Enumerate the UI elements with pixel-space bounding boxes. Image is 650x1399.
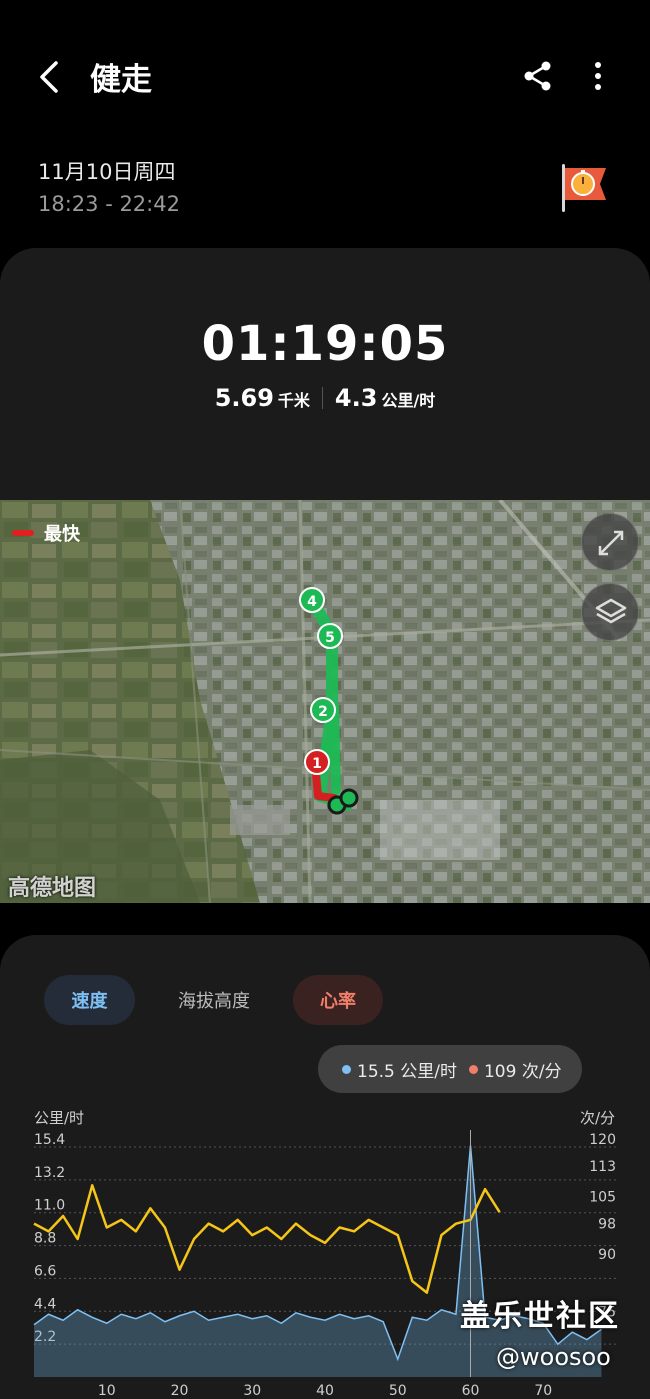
map-provider-label: 高德地图 — [8, 876, 97, 901]
x-tick-label: 50 — [389, 1383, 407, 1399]
svg-text:1: 1 — [312, 756, 322, 772]
flag-stopwatch-icon — [558, 160, 612, 214]
map-layers-button[interactable] — [581, 583, 639, 641]
chart-card: 速度 海拔高度 心率 15.5 公里/时 109 次/分 公里/时 次/分 15… — [0, 935, 650, 1399]
route-marker-1: 1 — [304, 749, 330, 775]
legend-label: 最快 — [44, 524, 80, 545]
chevron-left-icon — [40, 61, 58, 93]
left-tick-label: 13.2 — [34, 1165, 65, 1181]
svg-text:4: 4 — [307, 594, 317, 610]
left-axis-title: 公里/时 — [34, 1109, 85, 1127]
summary-stats: 5.69 千米 4.3 公里/时 — [0, 384, 650, 412]
svg-text:2: 2 — [318, 704, 328, 720]
left-tick-label: 4.4 — [34, 1296, 56, 1312]
distance-value: 5.69 — [214, 384, 274, 412]
brand-overlay: 盖乐世社区 — [460, 1299, 620, 1334]
more-options-button[interactable] — [584, 58, 612, 94]
right-tick-label: 98 — [598, 1216, 616, 1232]
tab-speed[interactable]: 速度 — [44, 975, 135, 1025]
right-tick-label: 90 — [598, 1247, 616, 1263]
tab-heart-rate[interactable]: 心率 — [293, 975, 383, 1025]
tooltip-speed: 15.5 公里/时 — [357, 1061, 457, 1082]
x-tick-label: 30 — [243, 1383, 261, 1399]
legend-swatch-fastest — [12, 530, 34, 536]
stats-divider — [321, 387, 323, 409]
route-marker-5: 5 — [317, 623, 343, 649]
handle-overlay: @woosoo — [496, 1343, 611, 1371]
right-tick-label: 105 — [589, 1190, 616, 1206]
svg-text:5: 5 — [325, 630, 335, 646]
right-axis-title: 次/分 — [580, 1109, 616, 1127]
right-tick-label: 120 — [589, 1132, 616, 1148]
speed-dot — [342, 1064, 351, 1074]
route-marker-2: 2 — [310, 697, 336, 723]
x-tick-label: 20 — [171, 1383, 189, 1399]
route-end-point — [339, 788, 359, 808]
left-tick-label: 15.4 — [34, 1132, 65, 1148]
top-app-bar: 健走 — [0, 0, 650, 150]
back-button[interactable] — [30, 55, 70, 99]
speed-unit: 公里/时 — [381, 391, 436, 410]
map-legend: 最快 — [12, 520, 80, 546]
satellite-map: 4 5 2 1 — [0, 500, 650, 903]
share-icon — [524, 61, 551, 91]
expand-icon — [598, 530, 624, 556]
route-map[interactable]: 4 5 2 1 最快 高德地图 — [0, 500, 650, 903]
layers-icon — [595, 598, 627, 624]
share-button[interactable] — [520, 58, 556, 94]
distance-unit: 千米 — [277, 391, 310, 410]
duration-value: 01:19:05 — [201, 316, 449, 372]
heart-rate-dot — [468, 1064, 478, 1074]
x-tick-label: 40 — [316, 1383, 334, 1399]
right-tick-label: 113 — [589, 1159, 616, 1175]
heart-rate-line — [33, 1184, 501, 1294]
speed-value: 4.3 — [334, 384, 378, 412]
chart-tooltip: 15.5 公里/时 109 次/分 — [318, 1045, 582, 1093]
summary-card: 01:19:05 5.69 千米 4.3 公里/时 4 5 2 1 最快 高德地… — [0, 248, 650, 903]
tooltip-heart-rate: 109 次/分 — [483, 1061, 562, 1082]
tab-altitude[interactable]: 海拔高度 — [160, 975, 268, 1025]
left-tick-label: 6.6 — [34, 1263, 56, 1279]
expand-map-button[interactable] — [581, 513, 639, 571]
route-marker-4: 4 — [299, 587, 325, 613]
x-tick-label: 10 — [98, 1383, 116, 1399]
session-date: 11月10日周四 — [38, 160, 176, 184]
page-title: 健走 — [90, 62, 152, 98]
more-vert-icon — [595, 62, 601, 90]
session-time-range: 18:23 - 22:42 — [38, 192, 180, 216]
x-tick-label: 60 — [462, 1383, 480, 1399]
left-tick-label: 8.8 — [34, 1231, 56, 1247]
x-tick-label: 70 — [534, 1383, 552, 1399]
left-tick-label: 11.0 — [34, 1198, 65, 1214]
